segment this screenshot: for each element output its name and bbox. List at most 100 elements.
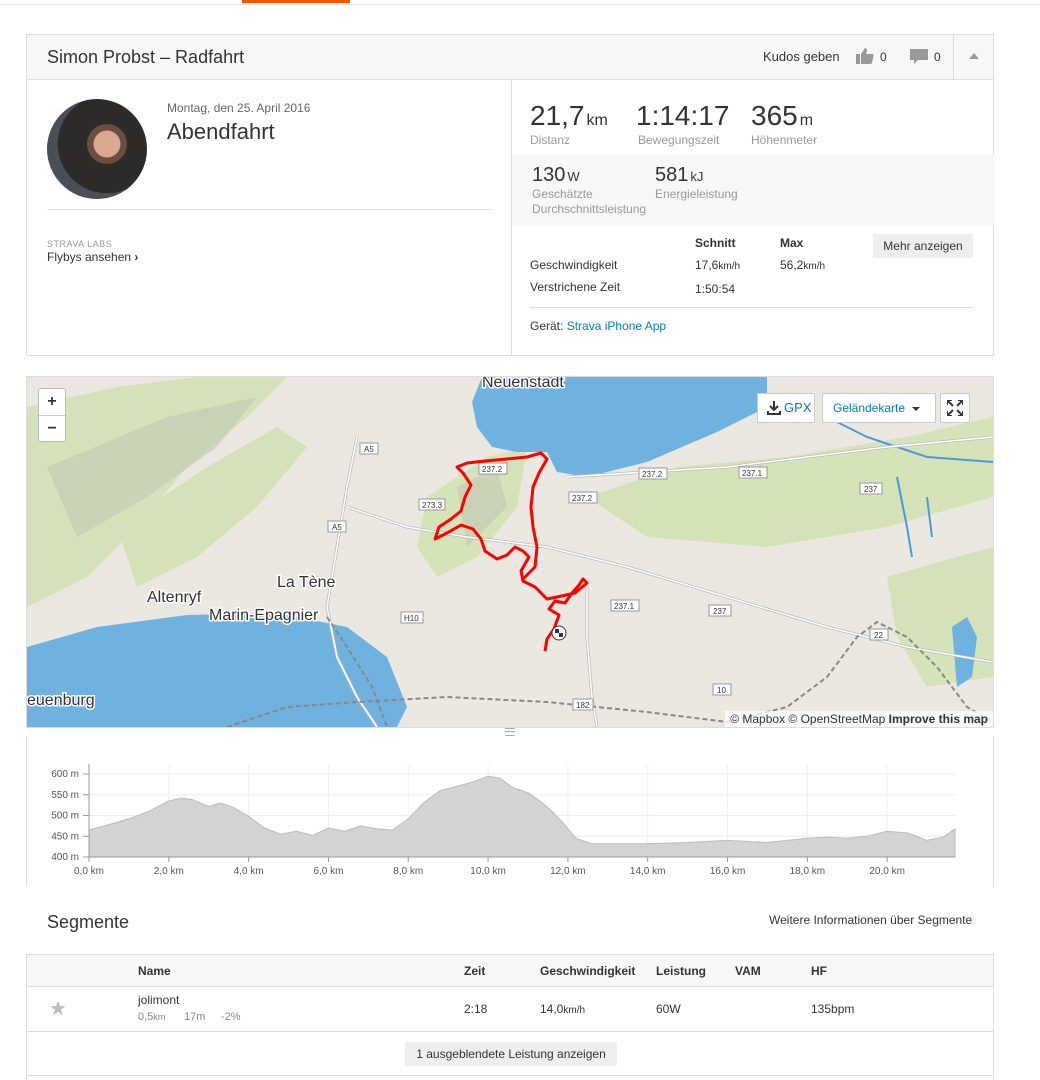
download-gpx-button[interactable]: GPX bbox=[757, 393, 815, 423]
road-shield: 273.3 bbox=[418, 498, 446, 511]
gpx-label: GPX bbox=[784, 400, 812, 415]
svg-text:10: 10 bbox=[717, 686, 726, 695]
divider bbox=[530, 307, 973, 308]
road-shield: A5 bbox=[359, 442, 379, 455]
finish-flag-icon bbox=[551, 625, 567, 641]
col-name[interactable]: Name bbox=[138, 964, 171, 978]
segment-name[interactable]: jolimont bbox=[138, 993, 179, 1007]
show-hidden-efforts-button[interactable]: 1 ausgeblendete Leistung anzeigen bbox=[405, 1042, 617, 1066]
col-power[interactable]: Leistung bbox=[656, 964, 706, 978]
device-link[interactable]: Strava iPhone App bbox=[567, 319, 666, 333]
svg-text:237.1: 237.1 bbox=[742, 469, 763, 478]
map-type-label: Geländekarte bbox=[833, 401, 906, 415]
svg-text:237.2: 237.2 bbox=[572, 494, 593, 503]
energy-value: 581 kJ bbox=[655, 164, 704, 186]
col-max-header: Max bbox=[780, 236, 804, 250]
place-label: Marin-Epagnier bbox=[209, 607, 319, 624]
y-tick-label: 600 m bbox=[51, 769, 79, 780]
svg-text:237.2: 237.2 bbox=[642, 470, 663, 479]
segment-distance: 0,5km bbox=[138, 1011, 166, 1023]
distance-value: 21,7 km bbox=[530, 100, 608, 131]
distance-label: Distanz bbox=[530, 133, 571, 147]
route-map[interactable]: Neuenstadt La Tène Altenryf Marin-Epagni… bbox=[26, 376, 994, 728]
place-label: La Tène bbox=[277, 574, 336, 591]
activity-panel: Simon Probst – Radfahrt Kudos geben 0 0 … bbox=[26, 34, 994, 356]
x-tick-label: 8,0 km bbox=[393, 866, 423, 877]
map-resize-handle[interactable] bbox=[505, 728, 515, 736]
show-more-button[interactable]: Mehr anzeigen bbox=[873, 234, 973, 258]
road-shield: 237 bbox=[859, 482, 883, 495]
svg-text:237: 237 bbox=[864, 485, 878, 494]
caret-down-icon bbox=[912, 407, 920, 411]
thumbs-up-icon[interactable] bbox=[856, 48, 874, 69]
strava-labs-label: STRAVA LABS bbox=[47, 239, 113, 249]
svg-text:22: 22 bbox=[874, 631, 883, 640]
segment-grade: -2% bbox=[221, 1011, 241, 1023]
kudos-count: 0 bbox=[880, 50, 887, 64]
elapsed-avg: 1:50:54 bbox=[695, 282, 736, 296]
x-tick-label: 10,0 km bbox=[470, 866, 506, 877]
elevation-value: 365 m bbox=[751, 100, 814, 131]
segment-power: 60W bbox=[656, 1002, 681, 1016]
activity-title: Simon Probst – Radfahrt bbox=[47, 47, 245, 67]
col-hr[interactable]: HF bbox=[811, 964, 827, 978]
power-value: 130 W bbox=[532, 164, 580, 186]
map-attribution: © Mapbox © OpenStreetMap Improve this ma… bbox=[725, 711, 993, 727]
map-canvas[interactable]: Neuenstadt La Tène Altenryf Marin-Epagni… bbox=[27, 377, 993, 727]
x-tick-label: 20,0 km bbox=[869, 866, 905, 877]
road-shield: 182 bbox=[572, 698, 594, 711]
segment-hr: 135bpm bbox=[811, 1002, 855, 1016]
place-label: Altenryf bbox=[147, 589, 202, 606]
fullscreen-icon bbox=[947, 400, 963, 416]
svg-text:273.3: 273.3 bbox=[422, 501, 443, 510]
chevron-up-icon bbox=[969, 53, 979, 59]
road-shield: 237.1 bbox=[610, 599, 640, 612]
zoom-control: + − bbox=[38, 388, 66, 442]
zoom-in-button[interactable]: + bbox=[39, 389, 65, 416]
col-speed[interactable]: Geschwindigkeit bbox=[540, 964, 635, 978]
zoom-out-button[interactable]: − bbox=[39, 416, 65, 442]
segment-time: 2:18 bbox=[464, 1002, 488, 1016]
x-tick-label: 4,0 km bbox=[234, 866, 264, 877]
y-tick-label: 500 m bbox=[51, 811, 79, 822]
x-tick-label: 14,0 km bbox=[630, 866, 666, 877]
athlete-avatar[interactable] bbox=[47, 99, 147, 199]
moving-time-value: 1:14:17 bbox=[636, 100, 730, 131]
speed-max: 56,2km/h bbox=[780, 258, 826, 272]
segments-more-link[interactable]: Weitere Informationen über Segmente bbox=[769, 913, 972, 927]
svg-text:237: 237 bbox=[713, 607, 727, 616]
star-icon[interactable]: ★ bbox=[49, 996, 67, 1021]
col-vam[interactable]: VAM bbox=[735, 964, 761, 978]
road-shield: H10 bbox=[400, 611, 424, 624]
y-tick-label: 400 m bbox=[51, 852, 79, 863]
segment-speed: 14,0km/h bbox=[540, 1002, 586, 1016]
x-tick-label: 2,0 km bbox=[154, 866, 184, 877]
fullscreen-button[interactable] bbox=[940, 393, 970, 423]
svg-text:A5: A5 bbox=[332, 523, 342, 532]
map-type-dropdown[interactable]: Geländekarte bbox=[822, 393, 936, 423]
give-kudos-link[interactable]: Kudos geben bbox=[763, 49, 840, 64]
flybys-link[interactable]: Flybys ansehen › bbox=[47, 250, 138, 264]
top-nav-bar bbox=[0, 0, 1040, 5]
elevation-area bbox=[88, 775, 956, 858]
road-shield: 237.2 bbox=[638, 467, 668, 480]
x-tick-label: 6,0 km bbox=[313, 866, 343, 877]
energy-label: Energieleistung bbox=[655, 187, 738, 201]
activity-name: Abendfahrt bbox=[167, 119, 275, 144]
comment-icon[interactable] bbox=[910, 49, 928, 70]
svg-text:H10: H10 bbox=[404, 614, 419, 623]
y-tick-label: 450 m bbox=[51, 831, 79, 842]
place-label: euenburg bbox=[27, 692, 95, 709]
col-time[interactable]: Zeit bbox=[464, 964, 485, 978]
svg-text:237.2: 237.2 bbox=[482, 465, 503, 474]
svg-text:182: 182 bbox=[576, 701, 590, 710]
elapsed-label: Verstrichene Zeit bbox=[530, 280, 621, 294]
activity-date: Montag, den 25. April 2016 bbox=[167, 101, 311, 115]
comments-count: 0 bbox=[934, 50, 941, 64]
elevation-profile: 600 m 550 m 500 m 450 m 400 m 0,0 km 2,0 km 4,0… bbox=[26, 736, 994, 886]
segment-elevation: 17m bbox=[184, 1011, 206, 1023]
collapse-button[interactable] bbox=[953, 35, 994, 79]
improve-map-link[interactable]: Improve this map bbox=[889, 712, 988, 726]
elevation-chart[interactable]: 600 m 550 m 500 m 450 m 400 m 0,0 km 2,0 km 4,0… bbox=[27, 736, 993, 886]
divider bbox=[27, 1075, 993, 1076]
